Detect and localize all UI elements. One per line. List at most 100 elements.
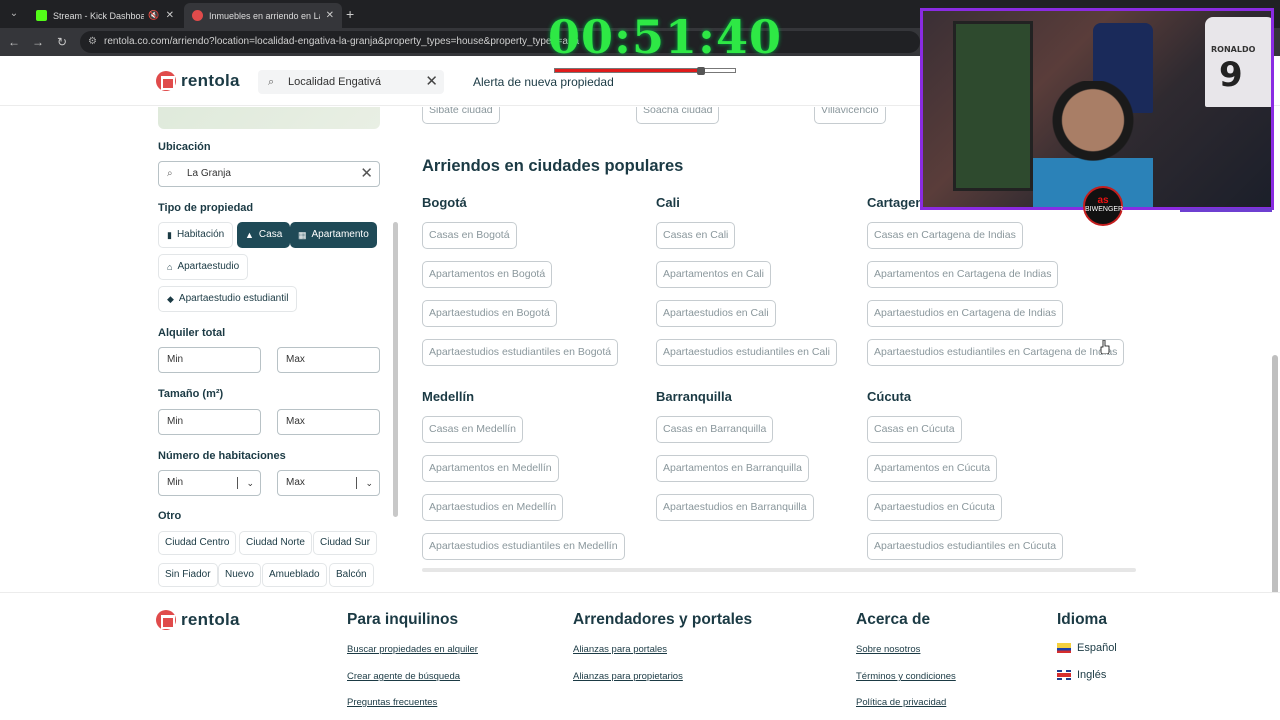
other-chip-balcon[interactable]: Balcón — [329, 563, 374, 587]
footer-link-about[interactable]: Sobre nosotros — [856, 644, 920, 655]
footer-landlords-title: Arrendadores y portales — [573, 611, 753, 628]
footer-language-title: Idioma — [1057, 611, 1107, 628]
site-info-icon[interactable]: ⚙ — [88, 31, 97, 53]
language-label: Inglés — [1077, 669, 1107, 681]
clear-search-icon[interactable]: ✕ — [425, 70, 438, 94]
tab-rentola[interactable]: Inmuebles en arriendo en La Gr ✕ — [184, 3, 342, 28]
building-icon: ▦ — [298, 230, 307, 240]
chip-label: Casa — [258, 229, 283, 240]
map-thumbnail[interactable] — [158, 107, 380, 129]
other-label: Otro — [158, 510, 182, 522]
rooms-label: Número de habitaciones — [158, 450, 286, 462]
rooms-min-select[interactable]: Min ⌄ — [158, 470, 261, 496]
type-chip-apartamento[interactable]: ▦ Apartamento — [290, 222, 377, 248]
link-apartaestudios-cali[interactable]: Apartaestudios en Cali — [656, 300, 776, 327]
footer-logo[interactable]: rentola — [156, 610, 240, 630]
tab-search-icon[interactable]: ⌄ — [6, 6, 22, 22]
rent-min-input[interactable]: Min — [158, 347, 261, 373]
close-tab-icon[interactable]: ✕ — [166, 10, 174, 21]
link-casas-bogota[interactable]: Casas en Bogotá — [422, 222, 517, 249]
webcam-overlay: RONALDO 9 — [920, 8, 1274, 210]
city-chip-soacha[interactable]: Soacha ciudad — [636, 107, 720, 124]
link-apartaestudios-barranquilla[interactable]: Apartaestudios en Barranquilla — [656, 494, 814, 521]
timer-progress-knob — [696, 67, 705, 75]
link-apartaestudios-cartagena[interactable]: Apartaestudios en Cartagena de Indias — [867, 300, 1064, 327]
location-value: La Granja — [187, 168, 231, 179]
chip-label: Apartamento — [311, 229, 369, 240]
city-chip-sibate[interactable]: Sibaté ciudad — [422, 107, 500, 124]
link-casas-cali[interactable]: Casas en Cali — [656, 222, 736, 249]
badge-top-text: as — [1097, 195, 1109, 206]
footer-link-search[interactable]: Buscar propiedades en alquiler — [347, 644, 478, 655]
reload-icon[interactable]: ↻ — [54, 34, 70, 50]
header-search-input[interactable]: ⌕ Localidad Engativá ✕ — [258, 70, 444, 94]
filter-scrollbar[interactable] — [393, 222, 398, 517]
link-apartamentos-barranquilla[interactable]: Apartamentos en Barranquilla — [656, 455, 809, 482]
rooms-max-select[interactable]: Max ⌄ — [277, 470, 380, 496]
close-tab-icon[interactable]: ✕ — [326, 10, 334, 21]
horizontal-scrollbar[interactable] — [422, 568, 1136, 572]
link-casas-cartagena[interactable]: Casas en Cartagena de Indias — [867, 222, 1023, 249]
other-chip-ciudad-norte[interactable]: Ciudad Norte — [239, 531, 312, 555]
rentola-logo[interactable]: rentola — [156, 71, 240, 91]
size-min-input[interactable]: Min — [158, 409, 261, 435]
location-label: Ubicación — [158, 141, 211, 153]
forward-icon[interactable]: → — [30, 34, 46, 50]
other-chip-amueblado[interactable]: Amueblado — [262, 563, 327, 587]
type-chip-apartaestudio[interactable]: ⌂ Apartaestudio — [158, 254, 249, 280]
footer-link-faq[interactable]: Preguntas frecuentes — [347, 697, 437, 708]
chip-label: Habitación — [176, 229, 225, 240]
other-chip-ciudad-centro[interactable]: Ciudad Centro — [158, 531, 237, 555]
link-casas-cucuta[interactable]: Casas en Cúcuta — [867, 416, 962, 443]
type-chip-habitacion[interactable]: ▮ Habitación — [158, 222, 234, 248]
link-apartaestudios-estudiantiles-cucuta[interactable]: Apartaestudios estudiantiles en Cúcuta — [867, 533, 1064, 560]
type-chip-apartaestudio-estudiantil[interactable]: ◆ Apartaestudio estudiantil — [158, 286, 298, 312]
address-bar[interactable]: ⚙ rentola.co.com/arriendo?location=local… — [80, 31, 920, 53]
new-property-alert-link[interactable]: Alerta de nueva propiedad — [473, 75, 614, 89]
footer-link-terms[interactable]: Términos y condiciones — [856, 671, 956, 682]
link-casas-barranquilla[interactable]: Casas en Barranquilla — [656, 416, 774, 443]
other-chip-nuevo[interactable]: Nuevo — [218, 563, 261, 587]
new-tab-button[interactable]: + — [346, 6, 354, 22]
other-chip-sin-fiador[interactable]: Sin Fiador — [158, 563, 218, 587]
select-value: Max — [286, 477, 305, 488]
footer-link-agent[interactable]: Crear agente de búsqueda — [347, 671, 460, 682]
link-apartaestudios-bogota[interactable]: Apartaestudios en Bogotá — [422, 300, 557, 327]
rent-max-input[interactable]: Max — [277, 347, 380, 373]
size-max-input[interactable]: Max — [277, 409, 380, 435]
location-input[interactable]: ⌕ La Granja ✕ — [158, 161, 380, 187]
house-logo-icon — [156, 610, 176, 630]
link-apartaestudios-estudiantiles-cali[interactable]: Apartaestudios estudiantiles en Cali — [656, 339, 837, 366]
link-casas-medellin[interactable]: Casas en Medellín — [422, 416, 523, 443]
logo-text: rentola — [181, 71, 240, 90]
language-spanish[interactable]: Español — [1057, 642, 1117, 654]
url-text: rentola.co.com/arriendo?location=localid… — [104, 36, 580, 47]
clear-location-icon[interactable]: ✕ — [360, 162, 373, 186]
link-apartamentos-cali[interactable]: Apartamentos en Cali — [656, 261, 771, 288]
link-apartamentos-cartagena[interactable]: Apartamentos en Cartagena de Indias — [867, 261, 1059, 288]
link-apartaestudios-estudiantiles-cartagena[interactable]: Apartaestudios estudiantiles en Cartagen… — [867, 339, 1125, 366]
chevron-down-icon: ⌄ — [246, 478, 254, 488]
link-apartaestudios-estudiantiles-bogota[interactable]: Apartaestudios estudiantiles en Bogotá — [422, 339, 619, 366]
city-chip-villavicencio[interactable]: Villavicencio — [814, 107, 886, 124]
link-apartamentos-medellin[interactable]: Apartamentos en Medellín — [422, 455, 559, 482]
stream-timer: 00:51:40 — [548, 10, 783, 64]
link-apartamentos-cucuta[interactable]: Apartamentos en Cúcuta — [867, 455, 998, 482]
chip-label: Apartaestudio estudiantil — [178, 293, 289, 304]
tab-kick-dashboard[interactable]: Stream - Kick Dashboard 🔇 ✕ — [28, 3, 182, 28]
link-apartaestudios-estudiantiles-medellin[interactable]: Apartaestudios estudiantiles en Medellín — [422, 533, 625, 560]
type-chip-casa[interactable]: ▲ Casa — [237, 222, 291, 248]
footer-link-owners[interactable]: Alianzas para propietarios — [573, 671, 683, 682]
total-rent-label: Alquiler total — [158, 327, 226, 339]
biwenger-badge: as BIWENGER — [1083, 186, 1123, 226]
footer-link-privacy[interactable]: Política de privacidad — [856, 697, 946, 708]
search-value: Localidad Engativá — [288, 76, 381, 88]
link-apartaestudios-cucuta[interactable]: Apartaestudios en Cúcuta — [867, 494, 1002, 521]
link-apartaestudios-medellin[interactable]: Apartaestudios en Medellín — [422, 494, 564, 521]
other-chip-ciudad-sur[interactable]: Ciudad Sur — [313, 531, 378, 555]
mute-icon[interactable]: 🔇 — [148, 10, 159, 21]
link-apartamentos-bogota[interactable]: Apartamentos en Bogotá — [422, 261, 553, 288]
footer-link-portals[interactable]: Alianzas para portales — [573, 644, 667, 655]
language-english[interactable]: Inglés — [1057, 669, 1106, 681]
back-icon[interactable]: ← — [6, 34, 22, 50]
